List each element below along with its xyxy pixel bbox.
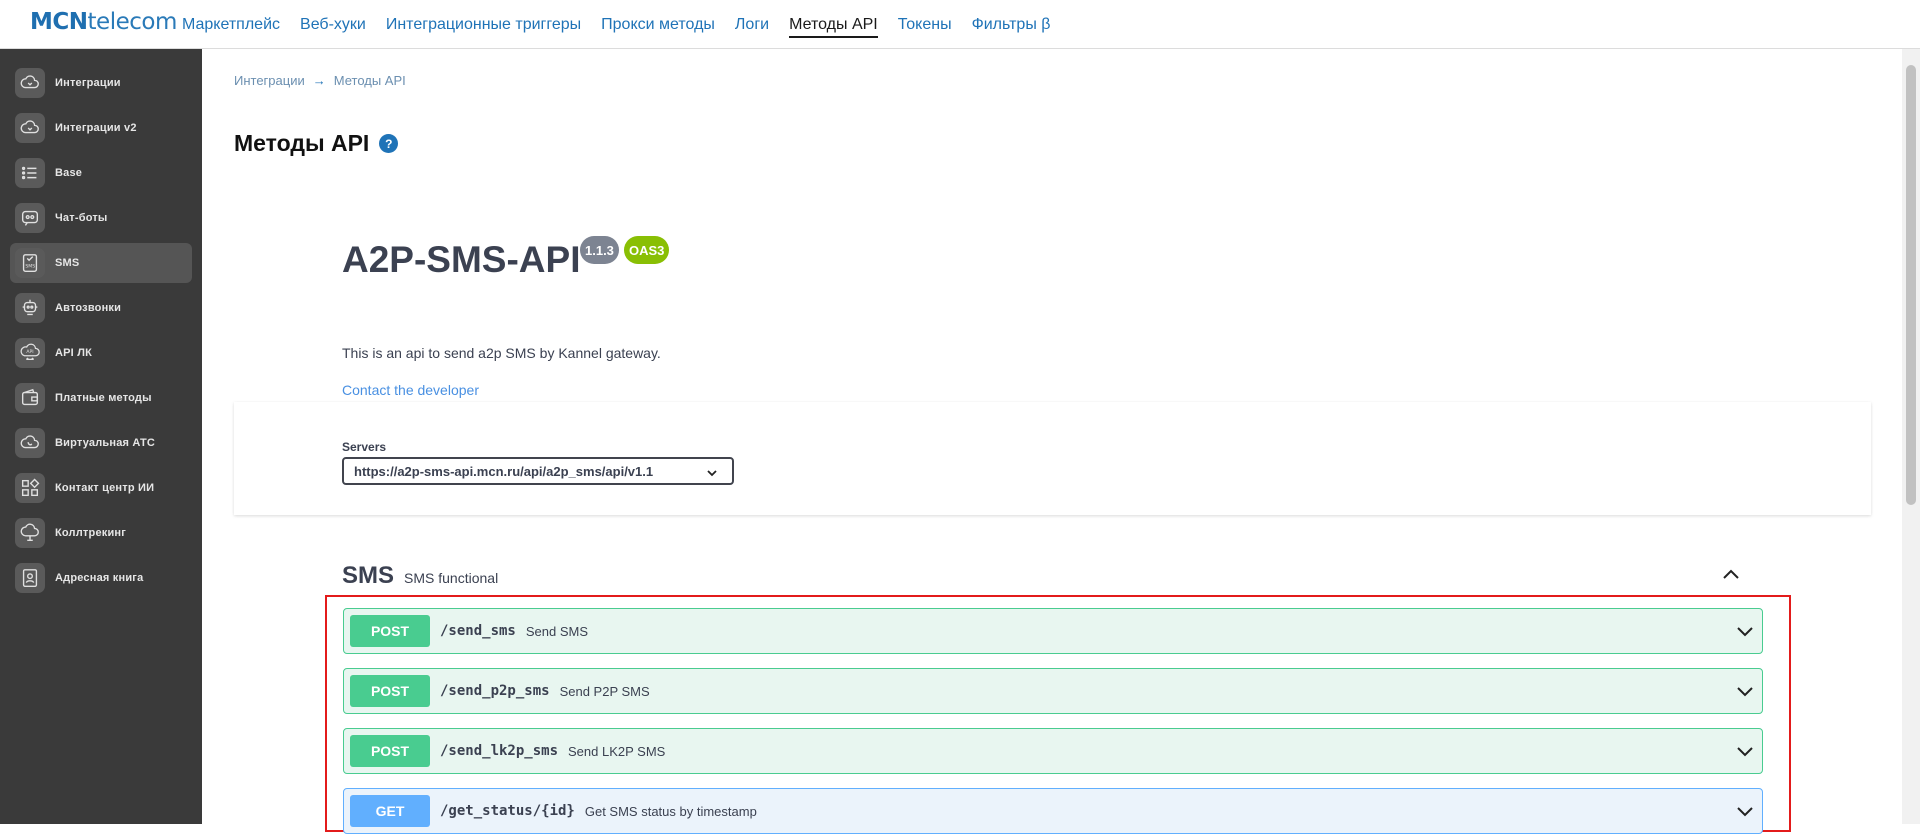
- sidebar-item-autocalls[interactable]: Автозвонки: [10, 288, 192, 328]
- sidebar-item-label: Виртуальная АТС: [55, 437, 156, 449]
- operation-summary: Send SMS: [525, 623, 589, 639]
- sidebar-item-label: Интеграции v2: [55, 122, 137, 134]
- top-navigation-bar: MCNtelecom Маркетплейс Веб-хуки Интеграц…: [0, 0, 1920, 49]
- sidebar-item-api-lk[interactable]: API API ЛК: [10, 333, 192, 373]
- api-description: This is an api to send a2p SMS by Kannel…: [342, 345, 661, 361]
- sidebar-item-label: Base: [55, 167, 83, 179]
- nav-integration-triggers[interactable]: Интеграционные триггеры: [386, 0, 581, 49]
- contact-book-icon: [15, 563, 45, 593]
- operation-get-status[interactable]: GET /get_status/{id} Get SMS status by t…: [343, 788, 1763, 834]
- page-title: Методы API ?: [234, 130, 399, 157]
- breadcrumb-current[interactable]: Методы API: [334, 73, 406, 88]
- sidebar-item-label: Контакт центр ИИ: [55, 482, 155, 494]
- sidebar-item-label: Коллтрекинг: [55, 527, 127, 539]
- sidebar-item-label: Автозвонки: [55, 302, 122, 314]
- blocks-icon: [15, 473, 45, 503]
- operation-send-lk2p-sms[interactable]: POST /send_lk2p_sms Send LK2P SMS: [343, 728, 1763, 774]
- cloud-phone-icon: [15, 428, 45, 458]
- operation-summary: Send LK2P SMS: [568, 743, 666, 759]
- api-title: A2P-SMS-API: [342, 239, 581, 280]
- sidebar-item-address-book[interactable]: Адресная книга: [10, 558, 192, 598]
- nav-webhooks[interactable]: Веб-хуки: [300, 0, 366, 49]
- chevron-down-icon[interactable]: [1736, 624, 1754, 642]
- breadcrumb: Интеграции → Методы API: [234, 73, 406, 88]
- logo-brand-rest: telecom: [87, 9, 178, 35]
- chevron-down-icon[interactable]: [1736, 804, 1754, 822]
- api-cloud-icon: API: [15, 338, 45, 368]
- nav-tokens[interactable]: Токены: [898, 0, 952, 49]
- main-content: Интеграции → Методы API Методы API ? A2P…: [202, 49, 1902, 834]
- page-title-text: Методы API: [234, 130, 370, 156]
- sidebar-item-base[interactable]: Base: [10, 153, 192, 193]
- servers-panel: Servers https://a2p-sms-api.mcn.ru/api/a…: [234, 402, 1871, 515]
- contact-developer-link[interactable]: Contact the developer: [342, 382, 479, 398]
- chevron-down-icon[interactable]: [1736, 684, 1754, 702]
- chevron-up-icon[interactable]: [1721, 567, 1741, 586]
- sidebar: Интеграции Интеграции v2 Base Чат-боты S…: [0, 49, 202, 824]
- wallet-icon: [15, 383, 45, 413]
- servers-selected-value: https://a2p-sms-api.mcn.ru/api/a2p_sms/a…: [354, 463, 654, 479]
- scrollbar-thumb[interactable]: [1906, 65, 1916, 505]
- sidebar-item-ai-contact-center[interactable]: Контакт центр ИИ: [10, 468, 192, 508]
- sidebar-item-integrations-v2[interactable]: Интеграции v2: [10, 108, 192, 148]
- method-badge: POST: [350, 615, 430, 647]
- servers-label: Servers: [342, 440, 387, 454]
- operation-path: /send_p2p_sms: [440, 683, 550, 699]
- method-badge: POST: [350, 675, 430, 707]
- sidebar-item-chatbots[interactable]: Чат-боты: [10, 198, 192, 238]
- servers-select[interactable]: https://a2p-sms-api.mcn.ru/api/a2p_sms/a…: [342, 457, 734, 485]
- cloud-icon: [15, 113, 45, 143]
- cloud-track-icon: [15, 518, 45, 548]
- cloud-icon: [15, 68, 45, 98]
- oas-badge: OAS3: [624, 236, 670, 264]
- tag-name: SMS: [342, 562, 395, 589]
- sidebar-item-calltracking[interactable]: Коллтрекинг: [10, 513, 192, 553]
- operation-send-p2p-sms[interactable]: POST /send_p2p_sms Send P2P SMS: [343, 668, 1763, 714]
- chatbot-icon: [15, 203, 45, 233]
- chevron-down-icon[interactable]: [1736, 744, 1754, 762]
- logo[interactable]: MCNtelecom: [30, 9, 177, 35]
- operation-path: /send_lk2p_sms: [440, 743, 559, 759]
- scrollbar[interactable]: [1902, 49, 1920, 824]
- operation-send-sms[interactable]: POST /send_sms Send SMS: [343, 608, 1763, 654]
- method-badge: GET: [350, 795, 430, 827]
- tag-section-header[interactable]: SMS SMS functional: [342, 553, 1862, 599]
- svg-text:SMS: SMS: [25, 264, 35, 270]
- nav-filters[interactable]: Фильтры β: [972, 0, 1051, 49]
- sidebar-item-sms[interactable]: SMS SMS: [10, 243, 192, 283]
- operation-summary: Send P2P SMS: [559, 683, 650, 699]
- help-icon[interactable]: ?: [379, 134, 399, 153]
- svg-text:API: API: [26, 349, 33, 355]
- nav-marketplace[interactable]: Маркетплейс: [182, 0, 280, 49]
- sidebar-item-label: Адресная книга: [55, 572, 144, 584]
- sidebar-item-label: Чат-боты: [55, 212, 108, 224]
- breadcrumb-integrations-link[interactable]: Интеграции: [234, 73, 305, 88]
- sidebar-item-label: Интеграции: [55, 77, 121, 89]
- sidebar-item-label: Платные методы: [55, 392, 152, 404]
- sidebar-item-integrations[interactable]: Интеграции: [10, 63, 192, 103]
- operation-summary: Get SMS status by timestamp: [584, 803, 757, 819]
- method-badge: POST: [350, 735, 430, 767]
- robot-icon: [15, 293, 45, 323]
- arrow-right-icon: →: [312, 73, 326, 88]
- version-badge: 1.1.3: [580, 236, 619, 264]
- nav-api-methods[interactable]: Методы API: [789, 0, 878, 49]
- nav-proxy-methods[interactable]: Прокси методы: [601, 0, 715, 49]
- sidebar-item-label: SMS: [55, 257, 80, 269]
- sidebar-item-paid-methods[interactable]: Платные методы: [10, 378, 192, 418]
- logo-brand-bold: MCN: [30, 9, 88, 35]
- list-icon: [15, 158, 45, 188]
- sidebar-item-label: API ЛК: [55, 347, 93, 359]
- nav-logs[interactable]: Логи: [735, 0, 769, 49]
- operation-path: /get_status/{id}: [440, 803, 575, 819]
- chevron-down-icon: [706, 466, 718, 481]
- operation-path: /send_sms: [440, 623, 516, 639]
- tag-description: SMS functional: [404, 570, 499, 586]
- top-nav: Маркетплейс Веб-хуки Интеграционные триг…: [182, 0, 1070, 49]
- sidebar-item-virtual-pbx[interactable]: Виртуальная АТС: [10, 423, 192, 463]
- sms-icon: SMS: [15, 248, 45, 278]
